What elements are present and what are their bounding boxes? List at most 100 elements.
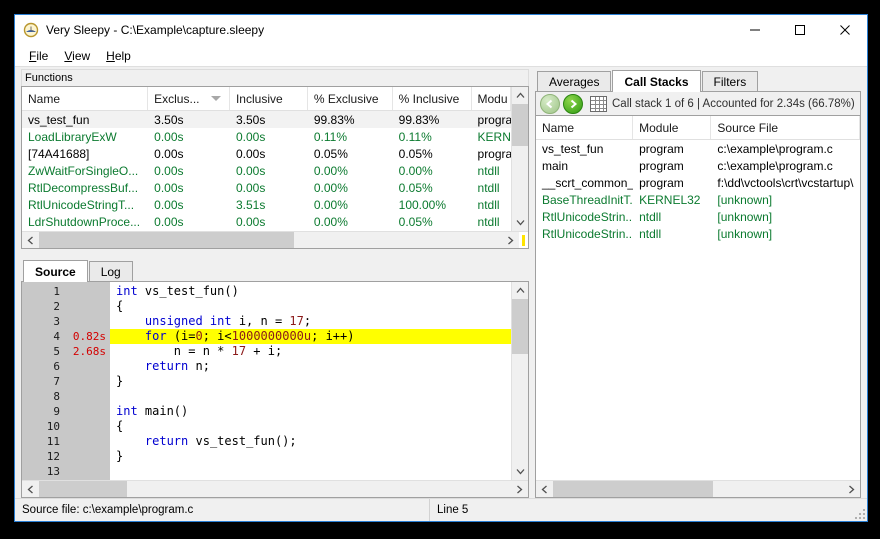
- maximize-button[interactable]: [777, 15, 822, 45]
- code-line[interactable]: {: [110, 419, 511, 434]
- code-line[interactable]: [110, 389, 511, 404]
- tab-call-stacks[interactable]: Call Stacks: [612, 70, 701, 92]
- table-row[interactable]: BaseThreadInitT... KERNEL32 [unknown]: [536, 191, 860, 208]
- menu-file[interactable]: File: [21, 47, 56, 65]
- menu-help[interactable]: Help: [98, 47, 139, 65]
- code-line[interactable]: for (i=0; i<1000000000u; i++): [110, 329, 511, 344]
- code-token: for: [144, 329, 167, 343]
- cs-cell-source: [unknown]: [717, 192, 773, 207]
- gutter-line: 11: [22, 434, 110, 449]
- cell-pct-inclusive: 0.05%: [398, 180, 433, 195]
- functions-horizontal-scrollbar[interactable]: [22, 231, 528, 248]
- scroll-right-button[interactable]: [502, 232, 519, 248]
- code-line[interactable]: [110, 464, 511, 479]
- table-row[interactable]: vs_test_fun program c:\example\program.c: [536, 140, 860, 157]
- cs-scroll-right-button[interactable]: [843, 481, 860, 497]
- source-scroll-track[interactable]: [512, 299, 528, 463]
- cs-scroll-left-button[interactable]: [536, 481, 553, 497]
- code-line[interactable]: int main(): [110, 404, 511, 419]
- source-vertical-scrollbar[interactable]: [511, 282, 528, 480]
- table-row[interactable]: main program c:\example\program.c: [536, 157, 860, 174]
- table-row[interactable]: __scrt_common_... program f:\dd\vctools\cr…: [536, 174, 860, 191]
- cs-cell-module: program: [639, 158, 684, 173]
- source-scroll-thumb[interactable]: [512, 299, 528, 354]
- scroll-left-button[interactable]: [22, 232, 39, 248]
- functions-hscroll-track[interactable]: [39, 232, 502, 248]
- line-number: 9: [53, 405, 60, 418]
- line-time: 0.82s: [72, 330, 106, 343]
- source-scroll-right-button[interactable]: [511, 481, 528, 497]
- cs-hscroll-track[interactable]: [553, 481, 843, 497]
- source-code-lines[interactable]: int vs_test_fun(){ unsigned int i, n = 1…: [110, 282, 511, 480]
- cell-name: ZwWaitForSingleO...: [28, 163, 139, 178]
- menu-view[interactable]: View: [56, 47, 98, 65]
- code-token: 17: [231, 344, 247, 358]
- column-header-name[interactable]: Name: [22, 87, 149, 110]
- gutter-line: 10: [22, 419, 110, 434]
- functions-hscroll-thumb[interactable]: [39, 232, 294, 248]
- table-row[interactable]: ZwWaitForSingleO... 0.00s 0.00s 0.00% 0.00% n…: [22, 162, 511, 179]
- app-window: Very Sleepy - C:\Example\capture.sleepy …: [14, 14, 868, 522]
- source-scroll-down-button[interactable]: [512, 463, 528, 480]
- code-line[interactable]: return vs_test_fun();: [110, 434, 511, 449]
- code-line[interactable]: n = n * 17 + i;: [110, 344, 511, 359]
- cs-column-header-source[interactable]: Source File: [711, 116, 860, 139]
- code-token: 0: [195, 329, 203, 343]
- forward-arrow-icon[interactable]: [563, 93, 583, 114]
- source-scroll-left-button[interactable]: [22, 481, 39, 497]
- cs-hscroll-thumb[interactable]: [553, 481, 713, 497]
- column-header-exclusive[interactable]: Exclus...: [148, 87, 230, 110]
- functions-scroll-track[interactable]: [512, 104, 528, 214]
- code-area[interactable]: 1 2 3 4 0.82s 5 2.68s 6 7 8 9 10 11 12 13 int vs_test_…: [22, 282, 511, 480]
- code-line[interactable]: }: [110, 374, 511, 389]
- code-line[interactable]: unsigned int i, n = 17;: [110, 314, 511, 329]
- cell-inclusive: 3.50s: [235, 112, 266, 127]
- functions-scroll-thumb[interactable]: [512, 104, 528, 146]
- back-arrow-icon[interactable]: [540, 93, 560, 114]
- minimize-button[interactable]: [732, 15, 777, 45]
- tab-averages[interactable]: Averages: [537, 71, 612, 91]
- column-header-pct-inclusive[interactable]: % Inclusive: [393, 87, 472, 110]
- tab-filters[interactable]: Filters: [701, 71, 759, 91]
- table-row[interactable]: LdrShutdownProce... 0.00s 0.00s 0.00% 0.05% n…: [22, 213, 511, 230]
- code-line[interactable]: int vs_test_fun(): [110, 284, 511, 299]
- cs-column-header-name[interactable]: Name: [536, 116, 634, 139]
- source-hscroll-thumb[interactable]: [39, 481, 127, 497]
- cell-module: ntdll: [477, 163, 500, 178]
- table-row[interactable]: LoadLibraryExW 0.00s 0.00s 0.11% 0.11% KERNE: [22, 128, 511, 145]
- table-row[interactable]: RtlDecompressBuf... 0.00s 0.00s 0.00% 0.05% n…: [22, 179, 511, 196]
- cs-cell-source: [unknown]: [717, 209, 773, 224]
- table-row[interactable]: RtlUnicodeStrin... ntdll [unknown]: [536, 225, 860, 242]
- table-row[interactable]: RtlUnicodeStringT... 0.00s 3.51s 0.00% 100.0…: [22, 196, 511, 213]
- cell-inclusive: 0.00s: [235, 214, 266, 229]
- tab-log[interactable]: Log: [88, 261, 133, 281]
- column-header-module[interactable]: Modu: [472, 87, 511, 110]
- source-horizontal-scrollbar[interactable]: [22, 480, 528, 497]
- table-row[interactable]: vs_test_fun 3.50s 3.50s 99.83% 99.83% progra: [22, 111, 511, 128]
- resize-grip[interactable]: [852, 506, 865, 519]
- source-scroll-up-button[interactable]: [512, 282, 528, 299]
- table-row[interactable]: [74A41688] 0.00s 0.00s 0.05% 0.05% progra: [22, 145, 511, 162]
- menu-help-rest: elp: [114, 48, 131, 63]
- close-button[interactable]: [822, 15, 867, 45]
- cell-pct-inclusive: 100.00%: [398, 197, 447, 212]
- grid-view-icon[interactable]: [590, 95, 607, 112]
- column-header-inclusive[interactable]: Inclusive: [230, 87, 308, 110]
- functions-vertical-scrollbar[interactable]: [511, 87, 528, 231]
- horizontal-splitter[interactable]: [21, 249, 529, 259]
- code-token: unsigned int: [144, 314, 232, 328]
- table-row[interactable]: RtlUnicodeStrin... ntdll [unknown]: [536, 208, 860, 225]
- tab-source[interactable]: Source: [23, 260, 88, 282]
- scroll-up-button[interactable]: [512, 87, 528, 104]
- code-line[interactable]: return n;: [110, 359, 511, 374]
- scroll-down-button[interactable]: [512, 214, 528, 231]
- source-hscroll-track[interactable]: [39, 481, 511, 497]
- code-line[interactable]: {: [110, 299, 511, 314]
- cell-pct-exclusive: 0.00%: [313, 197, 348, 212]
- column-header-pct-exclusive[interactable]: % Exclusive: [308, 87, 393, 110]
- cs-column-header-module[interactable]: Module: [633, 116, 712, 139]
- code-line[interactable]: }: [110, 449, 511, 464]
- call-stack-horizontal-scrollbar[interactable]: [536, 480, 860, 497]
- cs-cell-source: c:\example\program.c: [717, 141, 833, 156]
